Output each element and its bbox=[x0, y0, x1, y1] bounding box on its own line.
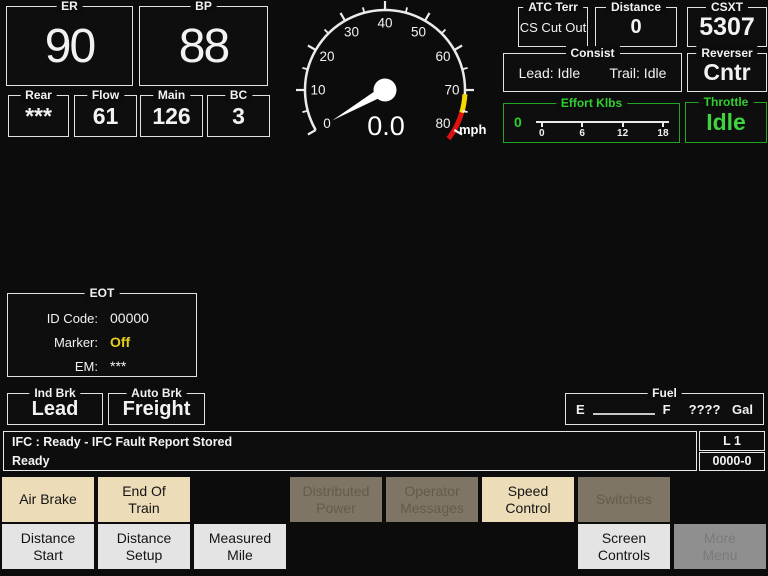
bc-value: 3 bbox=[232, 102, 245, 129]
ind-brk-label: Ind Brk bbox=[29, 386, 81, 400]
switches-button: Switches bbox=[578, 477, 670, 522]
er-value: 90 bbox=[44, 19, 96, 73]
throttle-label: Throttle bbox=[698, 95, 754, 109]
consist-lead-value: Lead: Idle bbox=[518, 64, 581, 81]
locomotive-id-label: CSXT bbox=[705, 0, 749, 14]
effort-scale: 0 6 12 18 bbox=[535, 121, 669, 139]
speed-control-button[interactable]: Speed Control bbox=[482, 477, 574, 522]
screen-controls-button[interactable]: Screen Controls bbox=[578, 524, 670, 569]
fuel-box: Fuel E F ???? Gal bbox=[565, 386, 764, 425]
consist-label: Consist bbox=[565, 46, 620, 60]
eot-id-code-row: ID Code: 00000 bbox=[8, 306, 196, 330]
distance-label: Distance bbox=[605, 0, 667, 14]
svg-text:50: 50 bbox=[411, 24, 426, 39]
operator-messages-button: Operator Messages bbox=[386, 477, 478, 522]
auto-brk-box: Auto Brk Freight bbox=[108, 386, 205, 425]
flow-gauge: Flow 61 bbox=[74, 88, 137, 137]
main-gauge: Main 126 bbox=[140, 88, 203, 137]
svg-text:80: 80 bbox=[436, 116, 451, 131]
eot-id-code-value: 00000 bbox=[110, 310, 149, 326]
svg-text:0: 0 bbox=[323, 116, 331, 131]
fuel-gauge-line bbox=[592, 413, 655, 415]
bp-label: BP bbox=[190, 0, 217, 13]
reverser-label: Reverser bbox=[696, 46, 758, 60]
eot-em-label: EM: bbox=[74, 358, 98, 374]
fuel-empty-mark: E bbox=[576, 401, 585, 417]
atc-terr-box: ATC Terr CS Cut Out bbox=[518, 0, 588, 47]
speed-unit-label: mph bbox=[459, 122, 487, 137]
rear-gauge: Rear *** bbox=[8, 88, 69, 137]
eot-marker-row: Marker: Off bbox=[8, 330, 196, 354]
auto-brk-label: Auto Brk bbox=[126, 386, 187, 400]
distance-box: Distance 0 bbox=[595, 0, 677, 47]
eot-marker-value: Off bbox=[110, 334, 131, 350]
effort-value: 0 bbox=[514, 114, 522, 130]
ifc-locomotive-display: ER 90 BP 88 Rear *** Flow 61 Main 126 BC… bbox=[0, 0, 768, 576]
bc-label: BC bbox=[224, 88, 253, 102]
end-of-train-button[interactable]: End Of Train bbox=[98, 477, 190, 522]
eot-label: EOT bbox=[84, 286, 120, 300]
effort-scale-tick-12: 12 bbox=[617, 123, 629, 139]
fuel-quantity: ???? bbox=[688, 401, 721, 417]
effort-scale-tick-6: 6 bbox=[576, 123, 588, 139]
status-code: 0000-0 bbox=[699, 452, 765, 471]
effort-scale-tick-18: 18 bbox=[657, 123, 669, 139]
svg-text:40: 40 bbox=[377, 16, 392, 31]
main-label: Main bbox=[152, 88, 191, 102]
locomotive-id-box: CSXT 5307 bbox=[687, 0, 767, 47]
rear-value: *** bbox=[25, 102, 52, 129]
status-screen-id: L 1 bbox=[699, 431, 765, 451]
bp-gauge: BP 88 bbox=[139, 0, 268, 86]
er-gauge: ER 90 bbox=[6, 0, 133, 86]
more-menu-button: More Menu bbox=[674, 524, 766, 569]
fuel-full-mark: F bbox=[662, 401, 671, 417]
svg-text:10: 10 bbox=[310, 83, 325, 98]
speed-readout: 0.0 bbox=[367, 111, 405, 141]
ind-brk-box: Ind Brk Lead bbox=[7, 386, 103, 425]
bp-value: 88 bbox=[178, 19, 230, 73]
distance-start-button[interactable]: Distance Start bbox=[2, 524, 94, 569]
distributed-power-button: Distributed Power bbox=[290, 477, 382, 522]
eot-id-code-label: ID Code: bbox=[46, 310, 98, 326]
flow-value: 61 bbox=[92, 102, 119, 129]
reverser-box: Reverser Cntr bbox=[687, 46, 767, 92]
main-value: 126 bbox=[152, 102, 191, 129]
eot-box: EOT ID Code: 00000 Marker: Off EM: *** bbox=[7, 286, 197, 378]
svg-text:60: 60 bbox=[436, 49, 451, 64]
consist-trail-value: Trail: Idle bbox=[609, 64, 667, 81]
distance-setup-button[interactable]: Distance Setup bbox=[98, 524, 190, 569]
er-label: ER bbox=[56, 0, 83, 13]
svg-text:70: 70 bbox=[444, 83, 459, 98]
bc-gauge: BC 3 bbox=[207, 88, 270, 137]
eot-marker-label: Marker: bbox=[53, 334, 98, 350]
effort-scale-tick-0: 0 bbox=[536, 123, 548, 139]
measured-mile-button[interactable]: Measured Mile bbox=[194, 524, 286, 569]
status-message-box: IFC : Ready - IFC Fault Report Stored Re… bbox=[3, 431, 697, 471]
throttle-box: Throttle Idle bbox=[685, 95, 767, 143]
eot-em-value: *** bbox=[110, 358, 127, 374]
fuel-unit: Gal bbox=[732, 401, 753, 417]
fuel-label: Fuel bbox=[647, 386, 682, 400]
atc-terr-label: ATC Terr bbox=[523, 0, 583, 14]
rear-label: Rear bbox=[20, 88, 57, 102]
status-message-line2: Ready bbox=[12, 454, 50, 468]
svg-text:20: 20 bbox=[319, 49, 334, 64]
effort-box: Effort Klbs 0 0 6 12 18 bbox=[503, 96, 680, 143]
air-brake-button[interactable]: Air Brake bbox=[2, 477, 94, 522]
status-message-line1: IFC : Ready - IFC Fault Report Stored bbox=[12, 435, 233, 449]
effort-label: Effort Klbs bbox=[555, 96, 628, 110]
consist-box: Consist Lead: Idle Trail: Idle bbox=[503, 46, 682, 92]
svg-text:30: 30 bbox=[344, 24, 359, 39]
eot-em-row: EM: *** bbox=[8, 354, 196, 378]
flow-label: Flow bbox=[86, 88, 125, 102]
